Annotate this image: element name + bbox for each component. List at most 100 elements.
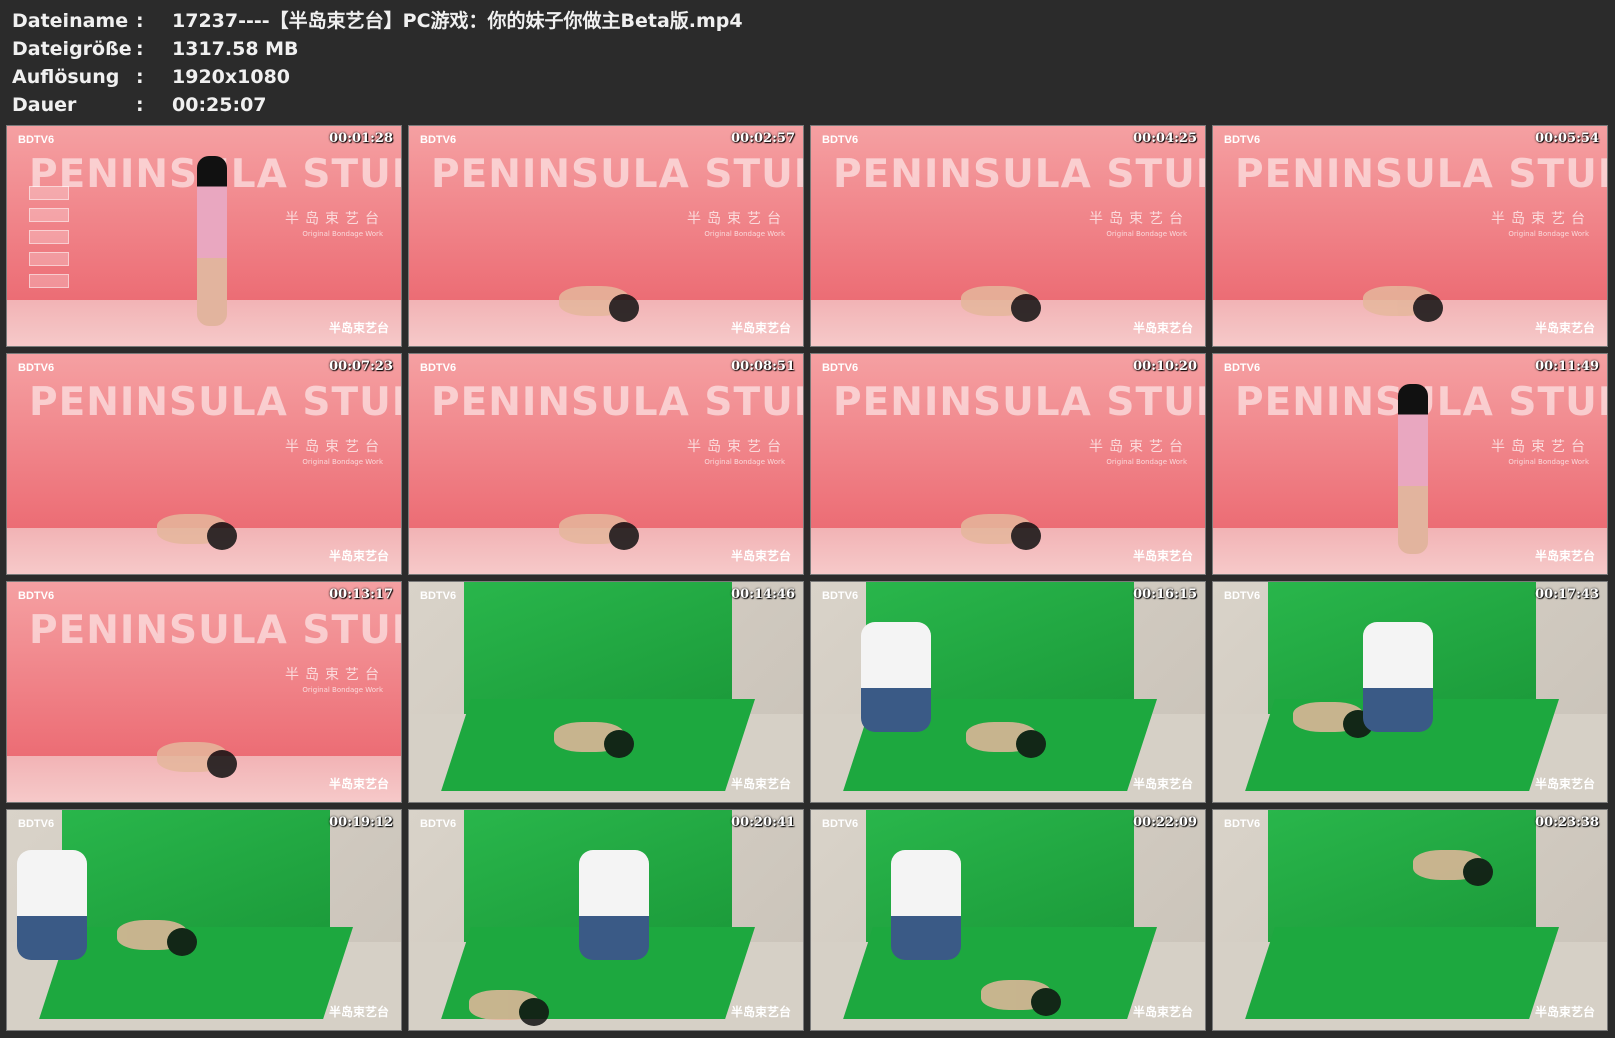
watermark: BDTV6	[822, 362, 859, 374]
studio-logo: 半岛束艺台	[730, 549, 791, 563]
watermark: BDTV6	[1224, 590, 1261, 602]
person-figure	[891, 850, 961, 960]
lying-figure	[1413, 850, 1493, 886]
studio-logo: 半岛束艺台	[328, 321, 389, 335]
hair	[609, 294, 639, 322]
resolution-row: Auflösung: 1920x1080	[12, 63, 743, 91]
timestamp: 00:14:46	[731, 587, 795, 602]
timestamp: 00:08:51	[731, 359, 795, 374]
watermark: BDTV6	[18, 134, 55, 146]
timestamp: 00:23:38	[1535, 815, 1599, 830]
hair	[1031, 988, 1061, 1016]
resolution-value: 1920x1080	[172, 66, 291, 88]
timestamp: 00:04:25	[1133, 131, 1197, 146]
studio-tagline: Original Bondage Work	[1508, 230, 1589, 238]
studio-tagline: Original Bondage Work	[704, 230, 785, 238]
studio-logo: 半岛束艺台	[1132, 777, 1193, 791]
person-figure	[861, 622, 931, 732]
studio-tagline: Original Bondage Work	[302, 230, 383, 238]
watermark: BDTV6	[420, 134, 457, 146]
video-thumbnail[interactable]: BDTV6 00:14:46 半岛束艺台	[408, 581, 804, 803]
duration-row: Dauer: 00:25:07	[12, 91, 743, 119]
person-figure	[17, 850, 87, 960]
timestamp: 00:05:54	[1535, 131, 1599, 146]
video-thumbnail[interactable]: PENINSULA STUDIO半岛束艺台Original Bondage Wo…	[6, 581, 402, 803]
duration-label: Dauer	[12, 94, 77, 116]
lying-figure	[961, 286, 1041, 322]
thumbnail-grid: PENINSULA STUDIO 半岛束艺台 Original Bondage Wo…	[6, 125, 1608, 1031]
studio-logo: 半岛束艺台	[1534, 321, 1595, 335]
studio-title: PENINSULA STUDIO	[431, 380, 803, 425]
video-thumbnail[interactable]: PENINSULA STUDIO半岛束艺台Original Bondage Wo…	[1212, 353, 1608, 575]
standing-figure	[197, 156, 227, 326]
studio-logo: 半岛束艺台	[328, 1005, 389, 1019]
video-thumbnail[interactable]: PENINSULA STUDIO半岛束艺台Original Bondage Wo…	[810, 353, 1206, 575]
studio-chinese-name: 半岛束艺台	[285, 211, 385, 227]
video-thumbnail[interactable]: BDTV6 00:16:15 半岛束艺台	[810, 581, 1206, 803]
watermark: BDTV6	[420, 362, 457, 374]
studio-tagline: Original Bondage Work	[704, 458, 785, 466]
studio-title: PENINSULA STUDIO	[29, 380, 401, 425]
watermark: BDTV6	[1224, 362, 1261, 374]
game-menu	[29, 186, 69, 296]
timestamp: 00:02:57	[731, 131, 795, 146]
watermark: BDTV6	[420, 818, 457, 830]
studio-logo: 半岛束艺台	[730, 1005, 791, 1019]
timestamp: 00:11:49	[1535, 359, 1599, 374]
studio-tagline: Original Bondage Work	[1106, 230, 1187, 238]
menu-option	[29, 230, 69, 244]
video-thumbnail[interactable]: PENINSULA STUDIO半岛束艺台Original Bondage Wo…	[6, 353, 402, 575]
studio-logo: 半岛束艺台	[328, 777, 389, 791]
video-thumbnail[interactable]: BDTV6 00:17:43 半岛束艺台	[1212, 581, 1608, 803]
lying-figure	[1363, 286, 1443, 322]
filename-value: 17237----【半岛束艺台】PC游戏：你的妹子你做主Beta版.mp4	[172, 10, 743, 32]
video-thumbnail[interactable]: BDTV6 00:23:38 半岛束艺台	[1212, 809, 1608, 1031]
hair	[1011, 522, 1041, 550]
studio-chinese-name: 半岛束艺台	[1089, 439, 1189, 455]
timestamp: 00:17:43	[1535, 587, 1599, 602]
filename-row: Dateiname: 17237----【半岛束艺台】PC游戏：你的妹子你做主Be…	[12, 7, 743, 35]
timestamp: 00:07:23	[329, 359, 393, 374]
menu-option	[29, 186, 69, 200]
video-thumbnail[interactable]: PENINSULA STUDIO半岛束艺台Original Bondage Wo…	[1212, 125, 1608, 347]
timestamp: 00:19:12	[329, 815, 393, 830]
studio-chinese-name: 半岛束艺台	[1491, 211, 1591, 227]
watermark: BDTV6	[822, 590, 859, 602]
hair	[1011, 294, 1041, 322]
studio-logo: 半岛束艺台	[730, 321, 791, 335]
studio-tagline: Original Bondage Work	[1106, 458, 1187, 466]
video-thumbnail[interactable]: PENINSULA STUDIO半岛束艺台Original Bondage Wo…	[6, 125, 402, 347]
hair	[604, 730, 634, 758]
hair	[167, 928, 197, 956]
studio-chinese-name: 半岛束艺台	[1089, 211, 1189, 227]
separator: :	[136, 38, 144, 60]
duration-value: 00:25:07	[172, 94, 267, 116]
video-thumbnail[interactable]: PENINSULA STUDIO半岛束艺台Original Bondage Wo…	[810, 125, 1206, 347]
hair	[1413, 294, 1443, 322]
green-cloth	[1245, 926, 1559, 1019]
resolution-label: Auflösung	[12, 66, 120, 88]
separator: :	[136, 94, 144, 116]
studio-logo: 半岛束艺台	[1534, 777, 1595, 791]
lying-figure	[961, 514, 1041, 550]
watermark: BDTV6	[420, 590, 457, 602]
video-thumbnail[interactable]: BDTV6 00:20:41 半岛束艺台	[408, 809, 804, 1031]
menu-option	[29, 252, 69, 266]
studio-logo: 半岛束艺台	[1534, 1005, 1595, 1019]
studio-title: PENINSULA STUDIO	[29, 608, 401, 653]
video-thumbnail[interactable]: BDTV6 00:19:12 半岛束艺台	[6, 809, 402, 1031]
video-thumbnail[interactable]: PENINSULA STUDIO 半岛束艺台 Original Bondage Wo…	[408, 353, 804, 575]
studio-logo: 半岛束艺台	[730, 777, 791, 791]
studio-logo: 半岛束艺台	[1132, 549, 1193, 563]
studio-logo: 半岛束艺台	[1132, 1005, 1193, 1019]
timestamp: 00:20:41	[731, 815, 795, 830]
studio-chinese-name: 半岛束艺台	[687, 211, 787, 227]
video-thumbnail[interactable]: PENINSULA STUDIO半岛束艺台Original Bondage Wo…	[408, 125, 804, 347]
watermark: BDTV6	[18, 818, 55, 830]
watermark: BDTV6	[18, 590, 55, 602]
studio-chinese-name: 半岛束艺台	[687, 439, 787, 455]
video-thumbnail[interactable]: BDTV6 00:22:09 半岛束艺台	[810, 809, 1206, 1031]
hair	[519, 998, 549, 1026]
studio-tagline: Original Bondage Work	[302, 458, 383, 466]
lying-figure	[1293, 702, 1373, 738]
